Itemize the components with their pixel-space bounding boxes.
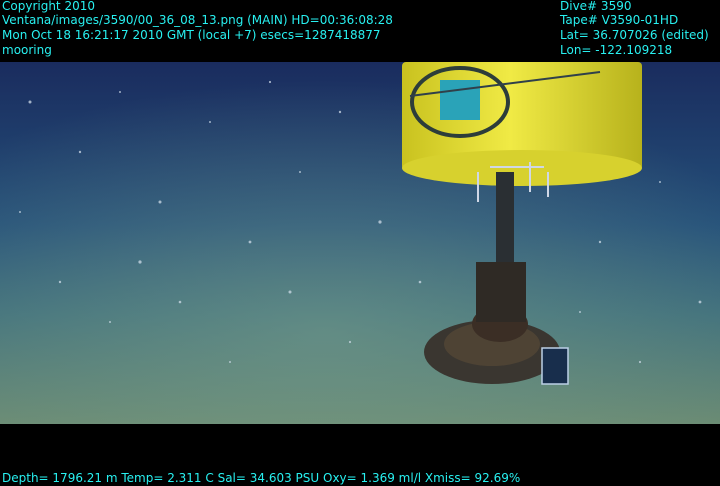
lat-text: Lat= 36.707026 (edited) [560,28,709,42]
image-path-text: Ventana/images/3590/00_36_08_13.png (MAI… [2,13,393,27]
tape-text: Tape# V3590-01HD [560,13,679,27]
copyright-text: Copyright 2010 [2,0,95,13]
seafloor-video-frame [0,62,720,424]
label-text: mooring [2,43,52,57]
lon-text: Lon= -122.109218 [560,43,673,57]
sensor-readout-text: Depth= 1796.21 m Temp= 2.311 C Sal= 34.6… [2,471,521,485]
datetime-text: Mon Oct 18 16:21:17 2010 GMT (local +7) … [2,28,381,42]
dive-text: Dive# 3590 [560,0,632,13]
